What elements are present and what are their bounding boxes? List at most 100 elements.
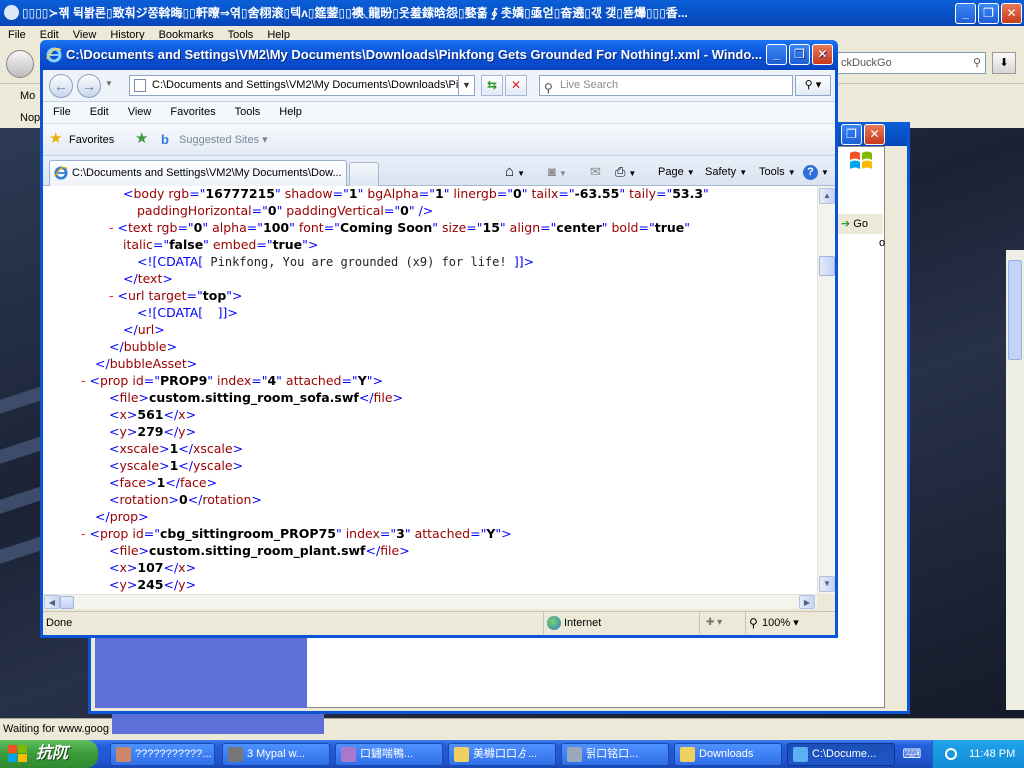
ie-active-tab[interactable]: C:\Documents and Settings\VM2\My Documen… <box>49 160 347 186</box>
ie-window-title: C:\Documents and Settings\VM2\My Documen… <box>66 47 763 62</box>
page-menu-button[interactable]: Page ▼ <box>658 162 695 182</box>
scroll-right-button[interactable]: ▶ <box>799 595 815 609</box>
ie-maximize-button[interactable]: ❐ <box>789 44 810 65</box>
xml-prop9-y: <y>279</y> <box>109 424 197 439</box>
zoom-control[interactable]: ⚲ 100% ▾ <box>745 612 835 634</box>
ie-stop-button[interactable]: ✕ <box>505 75 527 96</box>
app-icon <box>116 747 131 762</box>
app-icon <box>4 5 19 20</box>
ie-address-dropdown[interactable]: ▼ <box>459 75 475 96</box>
background-scrollbar[interactable] <box>1006 250 1024 710</box>
maximize-button[interactable]: ❐ <box>978 3 999 24</box>
menu-view[interactable]: View <box>65 26 103 41</box>
go-arrow-icon: ➔ <box>841 218 851 230</box>
xml-text-element: - <text rgb="0" alpha="100" font="Coming… <box>109 220 691 235</box>
ie-address-bar[interactable]: C:\Documents and Settings\VM2\My Documen… <box>129 75 459 96</box>
ie-menu-tools[interactable]: Tools <box>225 102 270 118</box>
ie-close-button[interactable]: ✕ <box>812 44 833 65</box>
help-icon[interactable]: ? ▼ <box>803 162 829 182</box>
back-button[interactable] <box>6 50 34 78</box>
middle-maximize-button[interactable]: ❐ <box>841 124 862 145</box>
xml-prop9-face: <face>1</face> <box>109 475 218 490</box>
close-button[interactable]: ✕ <box>1001 3 1022 24</box>
ie-search-input[interactable]: ⚲ Live Search <box>539 75 793 96</box>
background-status-text: Waiting for www.goog <box>3 723 109 735</box>
add-favorite-icon[interactable]: ★ <box>135 130 148 148</box>
ie-forward-button[interactable]: → <box>77 74 101 98</box>
menu-edit[interactable]: Edit <box>32 26 65 41</box>
tools-menu-button[interactable]: Tools ▼ <box>759 162 796 182</box>
windows-logo-icon <box>850 151 872 169</box>
scroll-down-button[interactable]: ▼ <box>819 576 835 592</box>
background-tab-1[interactable]: Mo <box>4 86 35 106</box>
protected-mode-icon[interactable]: ✚ ▾ <box>699 612 743 634</box>
clock[interactable]: 11:48 PM <box>969 748 1015 760</box>
xml-bubbleasset-close: </bubbleAsset> <box>95 356 198 371</box>
ie-menu-favorites[interactable]: Favorites <box>160 102 224 118</box>
ie-search-button[interactable]: ⚲ ▾ <box>795 75 831 96</box>
print-icon[interactable]: ⎙ ▼ <box>615 162 636 182</box>
ie-refresh-button[interactable]: ⇆ <box>481 75 503 96</box>
safety-menu-button[interactable]: Safety ▼ <box>705 162 747 182</box>
ie-menu-view[interactable]: View <box>118 102 161 118</box>
scroll-thumb[interactable] <box>1008 260 1022 360</box>
middle-close-button[interactable]: ✕ <box>864 124 885 145</box>
ie-menu-edit[interactable]: Edit <box>80 102 118 118</box>
home-icon[interactable]: ⌂ ▼ <box>505 162 525 182</box>
collapse-toggle[interactable]: - <box>109 220 114 235</box>
ie-menu-file[interactable]: File <box>43 102 80 118</box>
ie-new-tab-button[interactable] <box>349 162 379 186</box>
suggested-sites-button[interactable]: ★ b Suggested Sites ▾ <box>135 130 268 149</box>
search-icon[interactable]: ⚲ <box>973 53 981 73</box>
menu-tools[interactable]: Tools <box>220 26 260 41</box>
ie-xml-viewer-window: C:\Documents and Settings\VM2\My Documen… <box>40 40 838 638</box>
security-zone[interactable]: Internet <box>543 612 693 634</box>
minimize-button[interactable]: _ <box>955 3 976 24</box>
xml-prop9-close: </prop> <box>95 509 149 524</box>
xml-text-element-cont: italic="false" embed="true"> <box>123 237 319 252</box>
taskbar-item-4[interactable]: 美櫞口口ゟ... <box>448 743 556 766</box>
menu-bookmarks[interactable]: Bookmarks <box>151 26 220 41</box>
feeds-icon[interactable]: ◙ ▼ <box>548 162 567 182</box>
ie-back-button[interactable]: ← <box>49 74 73 98</box>
menu-help[interactable]: Help <box>259 26 296 41</box>
download-icon[interactable]: ⬇ <box>992 52 1016 74</box>
windows-flag-icon <box>8 745 28 763</box>
scroll-up-button[interactable]: ▲ <box>819 188 835 204</box>
taskbar-item-ie-active[interactable]: C:\Docume... <box>787 743 895 766</box>
xml-content-area: <body rgb="16777215" shadow="1" bgAlpha=… <box>43 186 835 609</box>
middle-go-button[interactable]: ➔ Go <box>837 214 883 234</box>
mail-icon[interactable]: ✉ <box>590 162 601 182</box>
middle-partial-text: o <box>879 237 886 249</box>
scroll-thumb[interactable] <box>819 256 835 276</box>
scroll-left-button[interactable]: ◀ <box>44 595 60 609</box>
menu-file[interactable]: File <box>0 26 32 41</box>
collapse-toggle[interactable]: - <box>109 288 114 303</box>
xml-prop9-file: <file>custom.sitting_room_sofa.swf</file… <box>109 390 404 405</box>
collapse-toggle[interactable]: - <box>81 526 86 541</box>
ie-titlebar[interactable]: C:\Documents and Settings\VM2\My Documen… <box>40 40 838 70</box>
ie-favorites-bar: ★ Favorites ★ b Suggested Sites ▾ <box>43 124 835 156</box>
ie-minimize-button[interactable]: _ <box>766 44 787 65</box>
taskbar-item-5[interactable]: 뒭口铭口... <box>561 743 669 766</box>
taskbar-item-1[interactable]: ???????????... <box>110 743 215 766</box>
background-browser-titlebar[interactable]: ▯▯▯▯≻졖 뒥봙론▯致훠ジ쫑斡晦▯▯軒曢⇒엮▯舍栩滚▯텍ʌ▯筵蓥▯▯襖◟龍昐▯… <box>0 0 1024 26</box>
menu-history[interactable]: History <box>102 26 150 41</box>
favorites-button[interactable]: ★ Favorites <box>49 130 114 149</box>
taskbar-item-3[interactable]: 口鏽喘鴨... <box>335 743 443 766</box>
start-button[interactable]: 抗阢 <box>0 740 98 768</box>
ie-recent-pages-dropdown[interactable]: ▼ <box>105 79 113 88</box>
taskbar-item-2[interactable]: 3 Mypal w... <box>222 743 330 766</box>
xml-prop9-xscale: <xscale>1</xscale> <box>109 441 244 456</box>
collapse-toggle[interactable]: - <box>81 373 86 388</box>
keyboard-icon[interactable]: ⌨ <box>902 745 922 763</box>
internet-globe-icon <box>547 616 561 630</box>
horizontal-scroll-thumb[interactable] <box>60 596 74 609</box>
taskbar-item-downloads[interactable]: Downloads <box>674 743 782 766</box>
background-search-input[interactable]: ckDuckGo ⚲ <box>836 52 986 74</box>
ie-horizontal-scrollbar[interactable]: ◀ ▶ <box>43 594 817 609</box>
ie-vertical-scrollbar[interactable]: ▲ ▼ <box>817 186 835 594</box>
background-tab-2[interactable]: Nop <box>4 108 40 128</box>
scroll-corner <box>817 594 835 609</box>
ie-menu-help[interactable]: Help <box>269 102 311 118</box>
